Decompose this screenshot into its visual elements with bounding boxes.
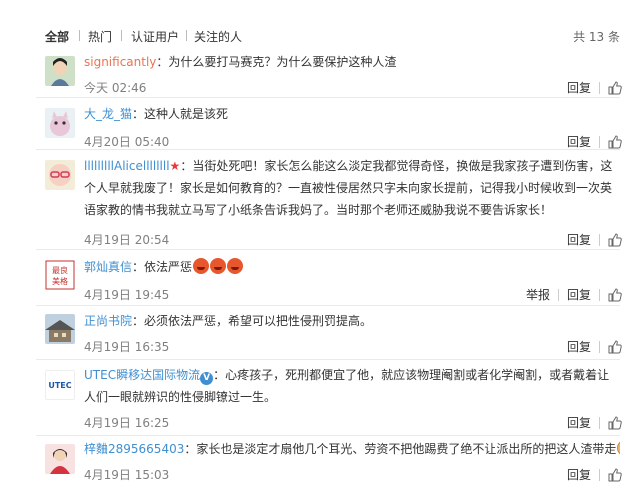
comment-separator: ： xyxy=(132,107,145,121)
comment-actions: 回复 xyxy=(567,133,622,150)
action-divider xyxy=(599,135,600,148)
avatar-image xyxy=(45,444,75,474)
comment-username[interactable]: 郭灿真信 xyxy=(84,260,132,274)
reply-button[interactable]: 回复 xyxy=(567,133,591,150)
report-button[interactable]: 举报 xyxy=(526,286,550,303)
tab-all[interactable]: 全部 xyxy=(45,28,69,45)
thumb-up-icon[interactable] xyxy=(608,415,622,430)
comment-actions: 回复 xyxy=(567,466,622,483)
comment-time: 4月19日 15:03 xyxy=(84,468,170,482)
comment-item: significantly：为什么要打马赛克？为什么要保护这种人渣 今天 02:… xyxy=(0,48,640,98)
comment-text: 家长也是淡定才扇他几个耳光、劳资不把他踢费了绝不让派出所的把这人渣带走 xyxy=(196,442,617,456)
avatar[interactable] xyxy=(45,56,75,86)
action-divider xyxy=(599,288,600,301)
comment-username[interactable]: 大_龙_猫 xyxy=(84,107,132,121)
star-badge-icon: ★ xyxy=(169,159,181,173)
thumb-up-icon[interactable] xyxy=(608,339,622,354)
thumb-up-icon[interactable] xyxy=(608,134,622,149)
avatar[interactable]: UTEC xyxy=(45,370,75,400)
comment-time: 4月19日 19:45 xyxy=(84,288,170,302)
comment-actions: 回复 xyxy=(567,338,622,355)
comment-separator: ： xyxy=(132,314,145,328)
comment-username[interactable]: 正尚书院 xyxy=(84,314,132,328)
avatar-image xyxy=(45,56,75,86)
tab-divider xyxy=(79,30,80,41)
comment-item: 梓麯2895665403：家长也是淡定才扇他几个耳光、劳资不把他踢费了绝不让派出… xyxy=(0,436,640,490)
comment-time: 4月20日 05:40 xyxy=(84,135,170,149)
thumb-up-icon[interactable] xyxy=(608,287,622,302)
comment-count: 共 13 条 xyxy=(573,30,620,44)
comment-separator: ： xyxy=(132,260,145,274)
comment-item: UTEC UTEC瞬移达国际物流 V ：心疼孩子，死刑都便宜了他，就应该物理阉割或者… xyxy=(0,360,640,436)
angry-emoji-icon xyxy=(227,258,244,274)
comment-username[interactable]: significantly xyxy=(84,55,156,69)
action-divider xyxy=(599,233,600,246)
comment-item: 正尚书院：必须依法严惩，希望可以把性侵刑罚提高。 4月19日 16:35 回复 xyxy=(0,306,640,360)
action-divider xyxy=(599,416,600,429)
reply-button[interactable]: 回复 xyxy=(567,466,591,483)
comment-actions: 回复 xyxy=(567,414,622,431)
tab-hot[interactable]: 热门 xyxy=(88,28,112,45)
comment-time: 4月19日 16:35 xyxy=(84,340,170,354)
avatar-logo-text: UTEC xyxy=(48,381,71,390)
tab-verified-users[interactable]: 认证用户 xyxy=(131,28,179,45)
avatar[interactable] xyxy=(45,444,75,474)
tab-divider xyxy=(121,30,122,41)
reply-button[interactable]: 回复 xyxy=(567,414,591,431)
action-divider xyxy=(599,340,600,353)
thumb-up-icon[interactable] xyxy=(608,467,622,482)
comment-separator: ： xyxy=(213,368,226,382)
avatar[interactable]: 最良 美格 xyxy=(45,260,75,290)
tab-following[interactable]: 关注的人 xyxy=(194,28,242,45)
action-divider xyxy=(599,81,600,94)
comment-time: 4月19日 20:54 xyxy=(84,233,170,247)
avatar-image xyxy=(45,160,75,190)
action-divider xyxy=(557,288,559,301)
avatar-badge-text: 最良 xyxy=(52,265,68,275)
verified-v-icon: V xyxy=(200,372,214,385)
comment-time: 4月19日 16:25 xyxy=(84,416,170,430)
angry-emoji-icon xyxy=(193,258,210,274)
comment-username[interactable]: UTEC瞬移达国际物流 xyxy=(84,368,200,382)
comment-separator: ： xyxy=(156,55,169,69)
comment-item: 大_龙_猫：这种人就是该死 4月20日 05:40 回复 xyxy=(0,98,640,150)
comment-item: lllllllllAlicellllllll★：当街处死吧！家长怎么能这么淡定我… xyxy=(0,150,640,250)
comment-time: 今天 02:46 xyxy=(84,81,147,95)
avatar-badge-text: 美格 xyxy=(52,276,68,286)
comment-actions: 举报 回复 xyxy=(526,286,622,303)
comment-username[interactable]: 梓麯2895665403 xyxy=(84,442,184,456)
angry-emoji-icon xyxy=(210,258,227,274)
comment-username[interactable]: lllllllllAlicellllllll xyxy=(84,159,170,173)
reply-button[interactable]: 回复 xyxy=(567,79,591,96)
avatar[interactable] xyxy=(45,314,75,344)
comment-tabs: 全部 热门 认证用户 关注的人 共 13 条 xyxy=(0,0,640,48)
comment-text: 这种人就是该死 xyxy=(144,107,229,121)
action-divider xyxy=(599,468,600,481)
avatar[interactable] xyxy=(45,108,75,138)
comment-separator: ： xyxy=(180,159,193,173)
avatar[interactable] xyxy=(45,160,75,190)
comment-text: 为什么要打马赛克？为什么要保护这种人渣 xyxy=(168,55,397,69)
avatar-image xyxy=(45,108,75,138)
comment-actions: 回复 xyxy=(567,231,622,248)
emoji-face-icon xyxy=(617,440,620,456)
comment-item: 最良 美格 郭灿真信：依法严惩 4月19日 19:45 举报 回复 xyxy=(0,250,640,306)
reply-button[interactable]: 回复 xyxy=(567,286,591,303)
avatar-image: 最良美格 xyxy=(45,260,75,290)
reply-button[interactable]: 回复 xyxy=(567,338,591,355)
thumb-up-icon[interactable] xyxy=(608,232,622,247)
comment-separator: ： xyxy=(184,442,197,456)
avatar-image xyxy=(45,314,75,344)
avatar-image: UTEC xyxy=(45,370,75,400)
comment-actions: 回复 xyxy=(567,79,622,96)
comment-text: 必须依法严惩，希望可以把性侵刑罚提高。 xyxy=(144,314,373,328)
thumb-up-icon[interactable] xyxy=(608,80,622,95)
reply-button[interactable]: 回复 xyxy=(567,231,591,248)
comment-text: 依法严惩 xyxy=(144,260,193,274)
tab-divider xyxy=(186,30,187,41)
